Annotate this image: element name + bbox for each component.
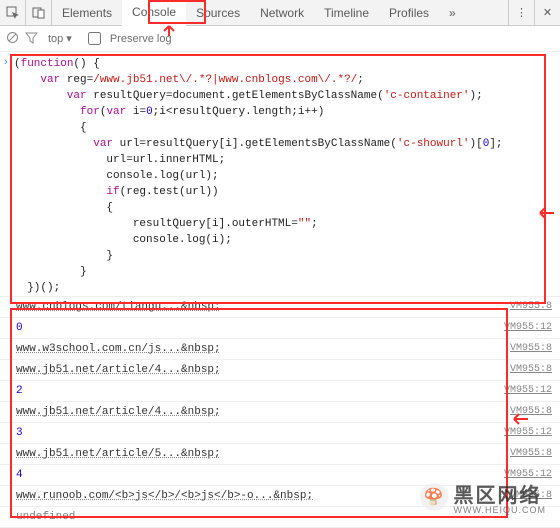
log-message: www.w3school.com.cn/js...&nbsp;	[16, 340, 221, 358]
tab-more[interactable]: »	[439, 0, 466, 25]
preserve-log-checkbox[interactable]	[88, 32, 101, 45]
log-message: undefined	[16, 508, 75, 526]
log-source-link[interactable]: VM955:8	[510, 298, 552, 316]
log-row: 0 VM955:12	[0, 318, 560, 339]
console-toolbar: top ▾ Preserve log	[0, 26, 560, 52]
console-prompt-icon: ›	[4, 56, 8, 68]
log-source-link[interactable]: VM955:8	[510, 340, 552, 358]
tab-console[interactable]: Console	[122, 0, 186, 26]
preserve-log-label: Preserve log	[110, 33, 172, 45]
overflow-menu-icon[interactable]: ⋮	[508, 0, 534, 25]
log-source-link[interactable]: VM955:12	[504, 424, 552, 442]
log-source-link[interactable]: VM955:8	[510, 403, 552, 421]
log-row: www.cnblogs.com/tiangu...&nbsp; VM955:8	[0, 297, 560, 318]
log-message: 4	[16, 466, 23, 484]
log-message: www.jb51.net/article/5...&nbsp;	[16, 445, 221, 463]
log-row: www.jb51.net/article/4...&nbsp; VM955:8	[0, 360, 560, 381]
log-source-link[interactable]: VM955:12	[504, 382, 552, 400]
log-message: 0	[16, 319, 23, 337]
console-input[interactable]: (function() { var reg=/www.jb51.net\/.*?…	[0, 52, 560, 296]
log-row: 3 VM955:12	[0, 423, 560, 444]
clear-console-icon[interactable]	[6, 31, 19, 47]
log-row: 2 VM955:12	[0, 381, 560, 402]
close-devtools-icon[interactable]: ✕	[534, 0, 560, 25]
inspect-icon[interactable]	[0, 0, 26, 25]
chevron-down-icon: ▾	[66, 32, 72, 45]
tab-network[interactable]: Network	[250, 0, 314, 25]
log-message: www.runoob.com/<b>js</b>/<b>js</b>-o...&…	[16, 487, 313, 505]
log-row: www.jb51.net/article/5...&nbsp; VM955:8	[0, 444, 560, 465]
device-toggle-icon[interactable]	[26, 0, 52, 25]
log-row: www.jb51.net/article/4...&nbsp; VM955:8	[0, 402, 560, 423]
watermark-title: 黑区网络	[454, 479, 547, 508]
watermark-subtitle: WWW.HEIQU.COM	[454, 505, 547, 515]
tab-elements[interactable]: Elements	[52, 0, 122, 25]
tab-sources[interactable]: Sources	[186, 0, 250, 25]
filter-icon[interactable]	[25, 31, 38, 47]
log-message: 2	[16, 382, 23, 400]
watermark-icon: 🍄	[420, 483, 448, 511]
log-message: www.jb51.net/article/4...&nbsp;	[16, 361, 221, 379]
log-source-link[interactable]: VM955:8	[510, 445, 552, 463]
log-source-link[interactable]: VM955:12	[504, 319, 552, 337]
log-source-link[interactable]: VM955:8	[510, 361, 552, 379]
log-message: 3	[16, 424, 23, 442]
watermark: 🍄 黑区网络 WWW.HEIQU.COM	[420, 479, 547, 515]
context-selector[interactable]: top ▾	[44, 32, 76, 45]
context-label: top	[48, 33, 63, 45]
log-message: www.cnblogs.com/tiangu...&nbsp;	[16, 298, 221, 316]
log-row: www.w3school.com.cn/js...&nbsp; VM955:8	[0, 339, 560, 360]
devtools-tabbar: Elements Console Sources Network Timelin…	[0, 0, 560, 26]
tab-profiles[interactable]: Profiles	[379, 0, 439, 25]
log-message: www.jb51.net/article/4...&nbsp;	[16, 403, 221, 421]
tab-timeline[interactable]: Timeline	[314, 0, 379, 25]
